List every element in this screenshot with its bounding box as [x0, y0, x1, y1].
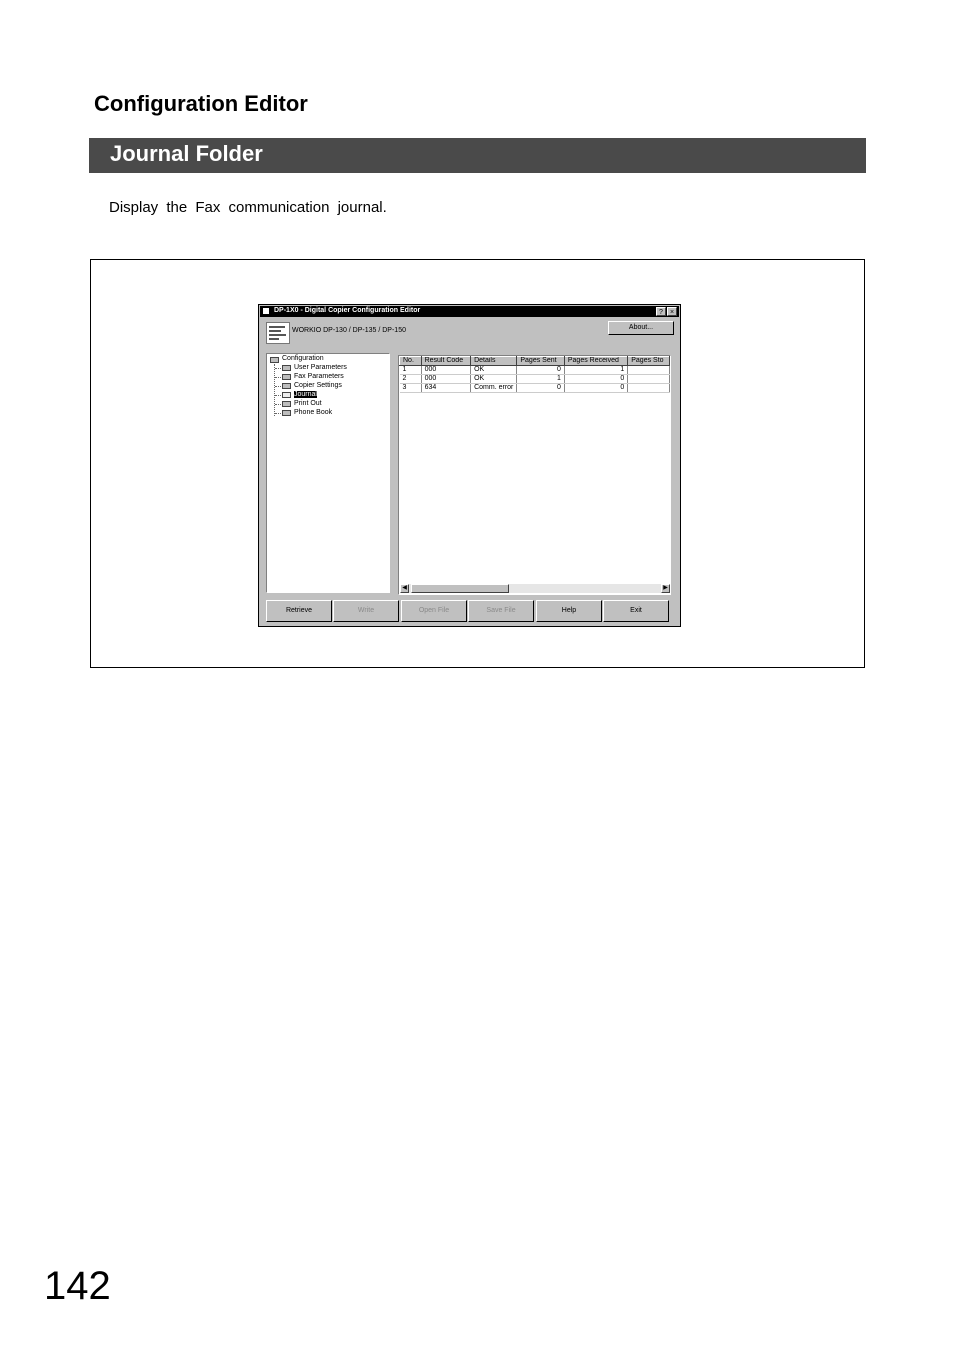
- close-title-button[interactable]: ×: [667, 307, 677, 316]
- cell-no: 3: [399, 383, 422, 393]
- title-bar: DP-1X0 - Digital Copier Configuration Ed…: [260, 306, 679, 317]
- config-tree: Configuration User Parameters Fax Parame…: [266, 353, 390, 593]
- save-file-button[interactable]: Save File: [468, 600, 534, 622]
- tree-item-user-parameters[interactable]: User Parameters: [294, 364, 347, 371]
- cell-no: 2: [399, 374, 422, 384]
- model-label: WORKIO DP-130 / DP-135 / DP-150: [292, 327, 406, 334]
- cell-result-code: 000: [421, 374, 472, 384]
- table-row[interactable]: 2 000 OK 1 0: [399, 374, 670, 384]
- folder-icon: [282, 374, 291, 380]
- scroll-left-arrow-icon[interactable]: ◀: [400, 584, 409, 593]
- col-header-details[interactable]: Details: [470, 356, 518, 366]
- col-header-result-code[interactable]: Result Code: [420, 356, 472, 366]
- cell-pages-received: 0: [564, 374, 629, 384]
- section-title: Configuration Editor: [94, 91, 308, 116]
- app-window: DP-1X0 - Digital Copier Configuration Ed…: [258, 304, 681, 627]
- table-row[interactable]: 3 634 Comm. error 0 0: [399, 383, 670, 393]
- exit-button[interactable]: Exit: [603, 600, 669, 622]
- tree-item-phone-book[interactable]: Phone Book: [294, 409, 332, 416]
- open-folder-icon: [282, 392, 291, 398]
- cell-pages-stored: [627, 383, 670, 393]
- col-header-pages-sent[interactable]: Pages Sent: [516, 356, 565, 366]
- cell-pages-received: 1: [564, 365, 629, 375]
- col-header-pages-received[interactable]: Pages Received: [563, 356, 629, 366]
- tree-item-fax-parameters[interactable]: Fax Parameters: [294, 373, 344, 380]
- tree-item-print-out[interactable]: Print Out: [294, 400, 322, 407]
- folder-icon: [282, 410, 291, 416]
- cell-result-code: 634: [421, 383, 472, 393]
- page-number: 142: [44, 1264, 111, 1308]
- cell-pages-sent: 1: [516, 374, 565, 384]
- cell-details: Comm. error: [470, 383, 518, 393]
- system-menu-icon[interactable]: [263, 308, 269, 314]
- description-text: Display the Fax communication journal.: [109, 199, 387, 216]
- folder-icon: [282, 365, 291, 371]
- cell-details: OK: [470, 374, 518, 384]
- col-header-no[interactable]: No.: [399, 356, 422, 366]
- scroll-right-arrow-icon[interactable]: ▶: [661, 584, 670, 593]
- copier-logo-icon: [266, 322, 290, 344]
- cell-no: 1: [399, 365, 422, 375]
- tree-root[interactable]: Configuration: [282, 355, 324, 362]
- scroll-thumb[interactable]: [411, 584, 509, 593]
- cell-details: OK: [470, 365, 518, 375]
- journal-grid[interactable]: No. Result Code Details Pages Sent Pages…: [398, 355, 671, 595]
- cell-result-code: 000: [421, 365, 472, 375]
- help-title-button[interactable]: ?: [656, 307, 666, 316]
- cell-pages-sent: 0: [516, 383, 565, 393]
- page-banner: Journal Folder: [89, 138, 866, 173]
- open-file-button[interactable]: Open File: [401, 600, 467, 622]
- tree-item-journal[interactable]: Journal: [294, 391, 317, 398]
- folder-icon: [282, 383, 291, 389]
- help-button[interactable]: Help: [536, 600, 602, 622]
- about-button[interactable]: About...: [608, 321, 674, 335]
- journal-table: No. Result Code Details Pages Sent Pages…: [399, 356, 670, 393]
- col-header-pages-stored[interactable]: Pages Sto: [627, 356, 670, 366]
- horizontal-scrollbar[interactable]: ◀ ▶: [400, 584, 670, 593]
- folder-icon: [282, 401, 291, 407]
- cell-pages-stored: [627, 365, 670, 375]
- folder-icon: [270, 357, 279, 363]
- cell-pages-stored: [627, 374, 670, 384]
- table-row[interactable]: 1 000 OK 0 1: [399, 365, 670, 375]
- cell-pages-sent: 0: [516, 365, 565, 375]
- page-title: Journal Folder: [110, 141, 263, 166]
- tree-item-copier-settings[interactable]: Copier Settings: [294, 382, 342, 389]
- cell-pages-received: 0: [564, 383, 629, 393]
- retrieve-button[interactable]: Retrieve: [266, 600, 332, 622]
- window-title: DP-1X0 - Digital Copier Configuration Ed…: [274, 307, 421, 314]
- write-button[interactable]: Write: [333, 600, 399, 622]
